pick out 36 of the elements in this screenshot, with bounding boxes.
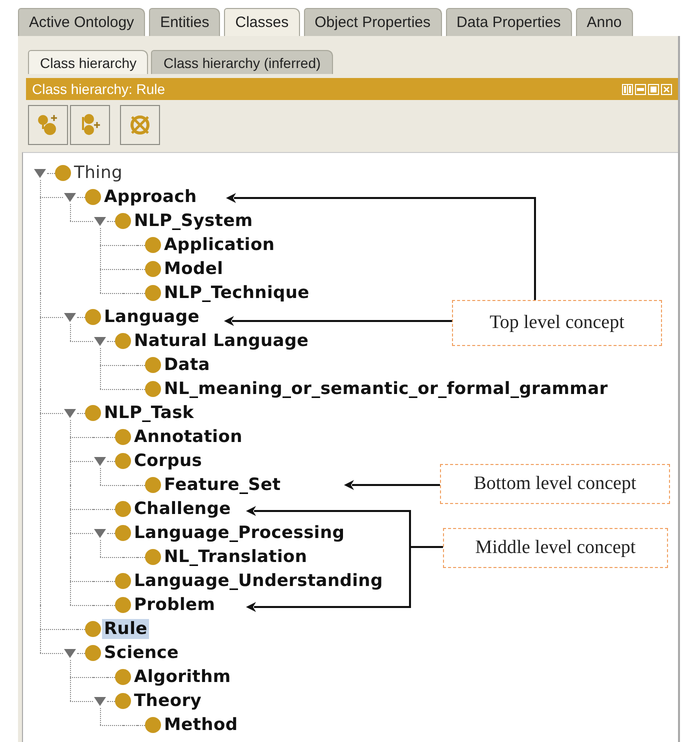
- tab[interactable]: Anno: [576, 8, 633, 36]
- tree-item[interactable]: Science: [102, 643, 181, 663]
- tree-item[interactable]: Language_Understanding: [132, 571, 385, 591]
- tree-item[interactable]: Data: [162, 355, 212, 375]
- tree-item[interactable]: Language: [102, 307, 202, 327]
- tab[interactable]: Entities: [149, 8, 220, 36]
- tree-item[interactable]: NLP_Technique: [162, 283, 312, 303]
- tab[interactable]: Data Properties: [446, 8, 572, 36]
- tree-item[interactable]: Problem: [132, 595, 218, 615]
- callout-label: Top level concept: [452, 300, 662, 346]
- tree-item[interactable]: Method: [162, 715, 240, 735]
- tree-item[interactable]: Algorithm: [132, 667, 233, 687]
- tab[interactable]: Class hierarchy (inferred): [151, 50, 333, 74]
- tree-item[interactable]: Natural Language: [132, 331, 311, 351]
- callout-label: Middle level concept: [443, 528, 668, 568]
- tree-item[interactable]: Corpus: [132, 451, 204, 471]
- tab[interactable]: Object Properties: [304, 8, 442, 36]
- tree-item[interactable]: Model: [162, 259, 226, 279]
- tree-item[interactable]: NLP_Task: [102, 403, 196, 423]
- tree-item[interactable]: Theory: [132, 691, 204, 711]
- tree-item[interactable]: Rule: [102, 619, 150, 639]
- tree-item[interactable]: NLP_System: [132, 211, 255, 231]
- tree-item[interactable]: Challenge: [132, 499, 233, 519]
- tab[interactable]: Class hierarchy: [28, 50, 148, 74]
- view-title: Class hierarchy: Rule: [32, 81, 166, 97]
- tree-item[interactable]: Language_Processing: [132, 523, 347, 543]
- tree-item[interactable]: NL_Translation: [162, 547, 310, 567]
- tab[interactable]: Classes: [224, 8, 300, 36]
- tree-item[interactable]: Annotation: [132, 427, 244, 447]
- tab[interactable]: Active Ontology: [18, 8, 146, 36]
- tree-item[interactable]: Application: [162, 235, 277, 255]
- tree-item[interactable]: Feature_Set: [162, 475, 283, 495]
- tree-item[interactable]: Approach: [102, 187, 199, 207]
- tree-item[interactable]: NL_meaning_or_semantic_or_formal_grammar: [162, 379, 610, 399]
- callout-label: Bottom level concept: [440, 464, 670, 504]
- tree-item[interactable]: Thing: [72, 163, 124, 183]
